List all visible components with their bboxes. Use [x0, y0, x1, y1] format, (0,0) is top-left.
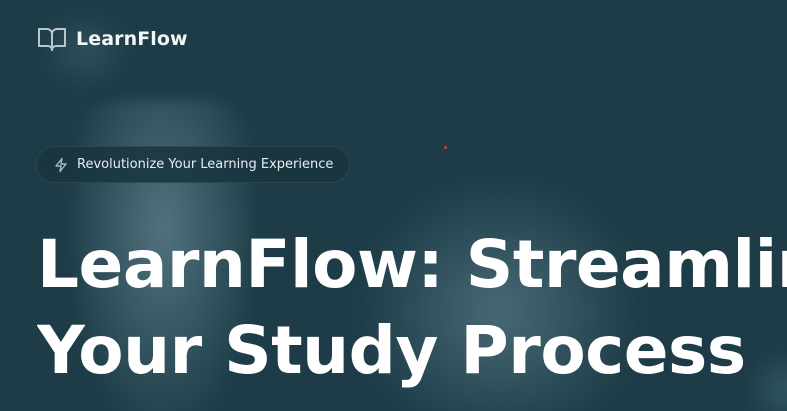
hero-badge: Revolutionize Your Learning Experience	[36, 146, 351, 183]
brand-logo-link[interactable]: LearnFlow	[37, 26, 188, 52]
decorative-dot	[444, 146, 447, 149]
hero-title-line-2: Your Study Process	[37, 312, 746, 389]
hero-title: LearnFlow: Streamline Your Study Process	[37, 222, 787, 394]
book-open-icon	[37, 26, 67, 52]
brand-name: LearnFlow	[76, 28, 188, 50]
hero-title-line-1: LearnFlow: Streamline	[37, 226, 787, 303]
badge-text: Revolutionize Your Learning Experience	[77, 157, 334, 172]
lightning-icon	[53, 157, 69, 173]
